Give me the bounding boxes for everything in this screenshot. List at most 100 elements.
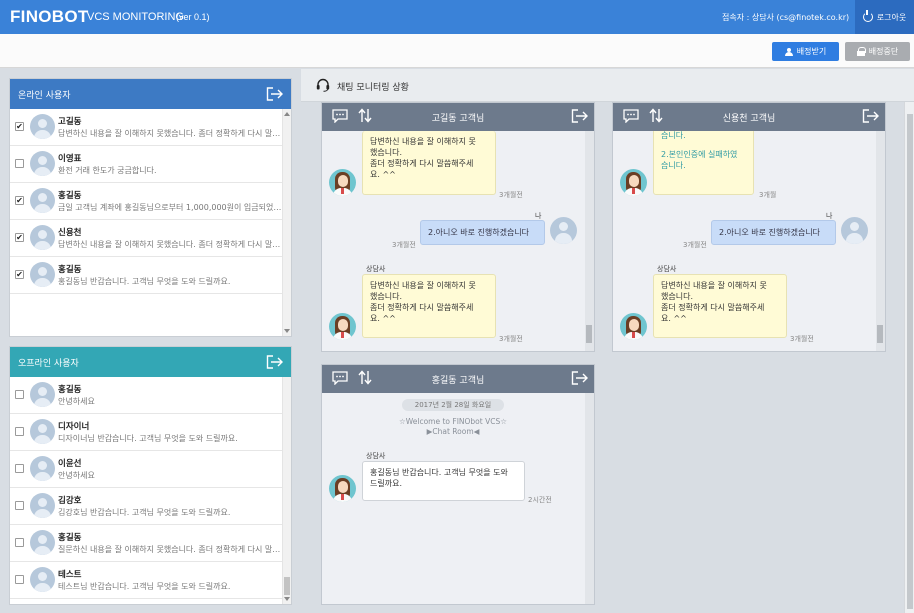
action-toolbar: 배정받기 배정중단 [0, 34, 914, 68]
user-checkbox[interactable]: ✔ [15, 122, 24, 131]
date-divider: 2017년 2월 28일 화요일 [402, 399, 504, 411]
user-row[interactable]: ✔ 홍길동 금일 고객님 계좌에 홍길동님으로부터 1,000,000원이 입금… [10, 183, 291, 220]
user-row[interactable]: 이영표 환전 거래 한도가 궁금합니다. [10, 146, 291, 183]
monitor-scrollbar[interactable] [904, 102, 914, 613]
message-line: 했습니다. [661, 292, 693, 301]
exit-icon[interactable] [266, 87, 284, 101]
message-line: 했습니다. [370, 292, 402, 301]
avatar [30, 225, 55, 250]
my-avatar [550, 217, 577, 244]
message-line: 답변하신 내용을 잘 이해하지 못 [370, 137, 476, 146]
chat-title: 홍길동 고객님 [431, 376, 485, 386]
user-row[interactable]: ✔ 고길동 답변하신 내용을 잘 이해하지 못했습니다. 좀더 정확하게 다시 … [10, 109, 291, 146]
scroll-up-arrow[interactable] [284, 112, 290, 116]
chat-body: 2017년 2월 28일 화요일 ☆Welcome to FINObot VCS… [322, 393, 594, 604]
exit-icon[interactable] [862, 109, 880, 123]
online-panel-header: 온라인 사용자 [10, 79, 291, 109]
sender-label: 상담사 [366, 452, 386, 460]
message-line: 좀더 정확하게 다시 말씀해주세 [370, 303, 474, 312]
user-name: 홍길동 [58, 191, 82, 201]
exit-icon[interactable] [571, 109, 589, 123]
message-time: 3개월 [759, 191, 777, 199]
online-list-scrollbar[interactable] [282, 109, 291, 336]
agent-avatar [329, 313, 356, 340]
chat-window: 홍길동 고객님 2017년 2월 28일 화요일 ☆Welcome to FIN… [321, 364, 595, 605]
user-checkbox[interactable]: ✔ [15, 270, 24, 279]
user-checkbox[interactable] [15, 538, 24, 547]
user-row[interactable]: 테스트 테스트님 반갑습니다. 고객님 무엇을 도와 드릴까요. [10, 562, 291, 599]
user-row[interactable]: 이윤선 안녕하세요 [10, 451, 291, 488]
welcome-line: ▶Chat Room◀ [426, 427, 480, 436]
chat-scrollbar[interactable] [585, 393, 594, 604]
message-line: 요. ^^ [661, 314, 687, 323]
monitor-header: 채팅 모니터링 상황 [301, 69, 914, 102]
assign-label: 배정받기 [796, 47, 827, 56]
message-time: 3개월전 [392, 241, 416, 249]
message-line: 했습니다. [370, 148, 402, 157]
message-line: 요. ^^ [370, 314, 396, 323]
agent-message: 답변하신 내용을 잘 이해하지 못 했습니다. 좀더 정확하게 다시 말씀해주세… [653, 274, 787, 338]
message-line: 드릴까요. [370, 479, 402, 488]
agent-avatar [329, 475, 356, 502]
scroll-thumb[interactable] [877, 325, 883, 343]
user-row[interactable]: 김강호 김강호님 반갑습니다. 고객님 무엇을 도와 드릴까요. [10, 488, 291, 525]
offline-panel-title: 오프라인 사용자 [18, 358, 79, 369]
headset-icon [316, 78, 330, 92]
message-time: 3개월전 [499, 335, 523, 343]
scroll-thumb[interactable] [586, 325, 592, 343]
user-row[interactable]: 홍길동 안녕하세요 [10, 377, 291, 414]
user-row[interactable]: 디자이너 디자이너님 반갑습니다. 고객님 무엇을 도와 드릴까요. [10, 414, 291, 451]
agent-avatar [329, 169, 356, 196]
user-name: 홍길동 [58, 265, 82, 275]
brand-logo: FINOBOT [10, 7, 89, 26]
user-checkbox[interactable] [15, 501, 24, 510]
exit-icon[interactable] [571, 371, 589, 385]
user-checkbox[interactable] [15, 159, 24, 168]
avatar [30, 530, 55, 555]
stop-assign-button[interactable]: 배정중단 [845, 42, 910, 61]
user-name: 홍길동 [58, 533, 82, 543]
user-checkbox[interactable]: ✔ [15, 233, 24, 242]
user-checkbox[interactable] [15, 575, 24, 584]
my-message: 2.아니오 바로 진행하겠습니다 [420, 220, 545, 245]
chat-scrollbar[interactable] [585, 131, 594, 351]
app-version: (ver 0.1) [176, 12, 210, 22]
user-row[interactable]: 홍길동 질문하신 내용을 잘 이해하지 못했습니다. 좀더 정확하게 다시 말씀… [10, 525, 291, 562]
user-last-message: 안녕하세요 [58, 397, 95, 406]
agent-avatar [620, 313, 647, 340]
user-checkbox[interactable] [15, 390, 24, 399]
sender-label: 상담사 [657, 265, 677, 273]
scroll-down-arrow[interactable] [284, 329, 290, 333]
person-icon [784, 47, 793, 56]
offline-list-scrollbar[interactable] [282, 377, 291, 604]
user-name: 이영표 [58, 154, 82, 164]
scroll-thumb[interactable] [907, 114, 913, 609]
online-panel-title: 온라인 사용자 [18, 90, 71, 101]
offline-user-list: 홍길동 안녕하세요 디자이너 디자이너님 반갑습니다. 고객님 무엇을 도와 드… [10, 377, 291, 604]
message-line: 답변하신 내용을 잘 이해하지 못 [370, 281, 476, 290]
user-checkbox[interactable] [15, 427, 24, 436]
user-row[interactable]: ✔ 홍길동 홍길동님 반갑습니다. 고객님 무엇을 도와 드릴까요. [10, 257, 291, 294]
user-last-message: 답변하신 내용을 잘 이해하지 못했습니다. 좀더 정확하게 다시 말씀해주세요… [58, 240, 283, 249]
scroll-thumb[interactable] [284, 577, 290, 595]
logout-button[interactable]: 로그아웃 [855, 0, 914, 34]
agent-message: 답변하신 내용을 잘 이해하지 못 했습니다. 좀더 정확하게 다시 말씀해주세… [362, 274, 496, 338]
user-checkbox[interactable] [15, 464, 24, 473]
scroll-down-arrow[interactable] [284, 597, 290, 601]
stop-assign-label: 배정중단 [868, 47, 899, 56]
offline-panel-header: 오프라인 사용자 [10, 347, 291, 377]
exit-icon[interactable] [266, 355, 284, 369]
agent-message: 습니다. 2.본인인증에 실패하였 습니다. [653, 131, 754, 195]
message-time: 2시간전 [528, 496, 552, 504]
avatar [30, 456, 55, 481]
assign-button[interactable]: 배정받기 [772, 42, 839, 61]
avatar [30, 114, 55, 139]
chat-title: 고길동 고객님 [431, 114, 485, 124]
user-checkbox[interactable]: ✔ [15, 196, 24, 205]
offline-users-panel: 오프라인 사용자 홍길동 안녕하세요 디자이너 디자이너님 반갑습니다. 고객님… [9, 346, 292, 605]
lock-icon [856, 47, 866, 56]
user-row[interactable]: ✔ 신용천 답변하신 내용을 잘 이해하지 못했습니다. 좀더 정확하게 다시 … [10, 220, 291, 257]
chat-scrollbar[interactable] [876, 131, 885, 351]
user-last-message: 디자이너님 반갑습니다. 고객님 무엇을 도와 드릴까요. [58, 434, 238, 443]
user-name: 고길동 [58, 117, 82, 127]
